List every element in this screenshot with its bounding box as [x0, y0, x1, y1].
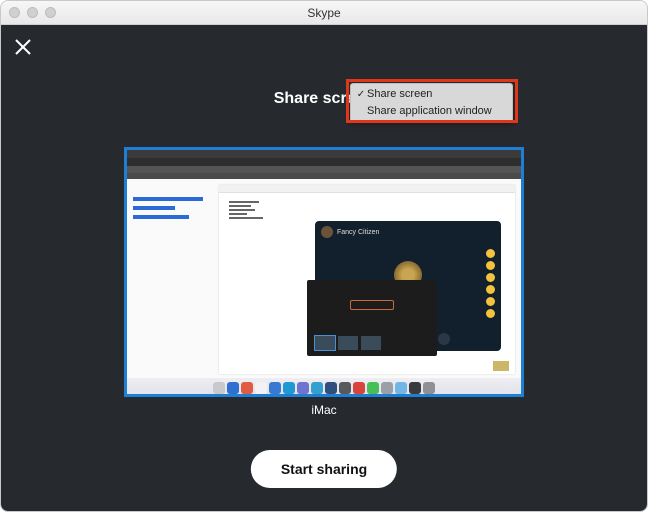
dock-app-icon: [227, 382, 239, 394]
preview-dock: [127, 378, 521, 394]
start-sharing-button[interactable]: Start sharing: [251, 450, 397, 488]
close-button[interactable]: [15, 39, 31, 60]
dropdown-item-share-screen[interactable]: ✓ Share screen: [351, 86, 512, 103]
traffic-minimize-icon[interactable]: [27, 7, 38, 18]
dock-app-icon: [423, 382, 435, 394]
checkmark-icon: ✓: [355, 87, 367, 102]
preview-doc-page: Fancy Citizen: [219, 185, 515, 374]
dock-app-icon: [367, 382, 379, 394]
screen-preview-label: iMac: [124, 403, 524, 417]
dock-app-icon: [255, 382, 267, 394]
dock-app-icon: [283, 382, 295, 394]
dock-app-icon: [297, 382, 309, 394]
dock-app-icon: [311, 382, 323, 394]
page-title: Share screen: [1, 90, 647, 108]
dock-app-icon: [269, 382, 281, 394]
dock-app-icon: [213, 382, 225, 394]
reactions-bar: [486, 249, 495, 318]
screen-preview-container: Fancy Citizen: [124, 147, 524, 417]
dock-app-icon: [409, 382, 421, 394]
dock-app-icon: [395, 382, 407, 394]
preview-nested-window: [307, 280, 437, 356]
preview-doc-toolbar: [219, 185, 515, 193]
share-screen-panel: Share screen ✓ Share screen Share applic…: [1, 25, 647, 511]
dock-app-icon: [241, 382, 253, 394]
close-icon: [15, 39, 31, 55]
traffic-lights[interactable]: [9, 7, 56, 18]
dropdown-item-label: Share screen: [367, 87, 432, 102]
window-title: Skype: [307, 6, 340, 20]
avatar-icon: [321, 226, 333, 238]
dock-app-icon: [381, 382, 393, 394]
dock-app-icon: [325, 382, 337, 394]
dock-app-icon: [339, 382, 351, 394]
preview-menubar: [127, 150, 521, 158]
more-icon: [438, 333, 450, 345]
share-mode-dropdown[interactable]: ✓ Share screen Share application window: [350, 83, 513, 123]
dropdown-item-label: Share application window: [367, 104, 492, 119]
traffic-close-icon[interactable]: [9, 7, 20, 18]
preview-nested-button: [350, 300, 394, 310]
preview-doc-text: [229, 201, 263, 221]
dropdown-item-share-app-window[interactable]: Share application window: [351, 103, 512, 120]
app-window: Skype Share screen ✓ Share screen Share …: [0, 0, 648, 512]
preview-nested-thumbs: [315, 336, 381, 350]
preview-browser-urlbar: [127, 166, 521, 173]
traffic-zoom-icon[interactable]: [45, 7, 56, 18]
call-participant-name: Fancy Citizen: [337, 229, 379, 236]
preview-browser-tabs: [127, 158, 521, 166]
preview-doc-outline: [133, 197, 203, 224]
screen-preview[interactable]: Fancy Citizen: [124, 147, 524, 397]
dock-app-icon: [353, 382, 365, 394]
preview-corner-badge: [493, 361, 509, 371]
preview-document-area: Fancy Citizen: [127, 179, 521, 378]
titlebar: Skype: [1, 1, 647, 25]
